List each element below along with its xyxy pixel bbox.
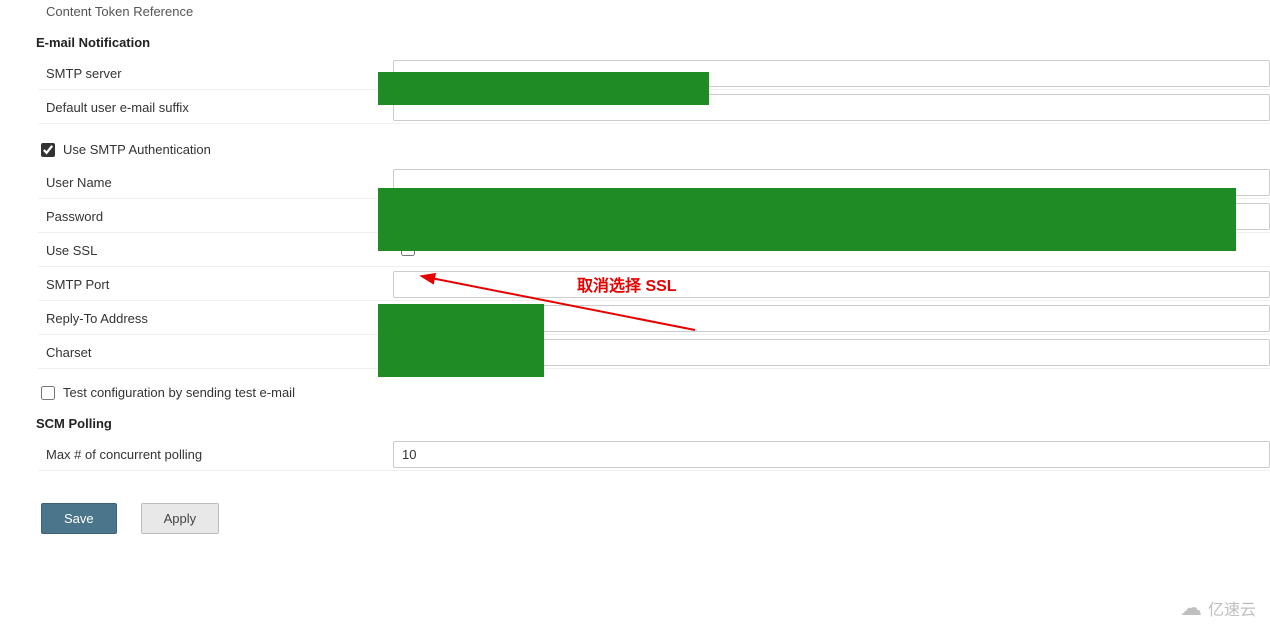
test-config-label: Test configuration by sending test e-mai… (63, 385, 295, 400)
charset-label: Charset (38, 345, 393, 360)
use-ssl-label: Use SSL (38, 243, 393, 258)
smtp-port-label: SMTP Port (38, 277, 393, 292)
row-charset: Charset (38, 335, 1270, 369)
password-label: Password (38, 209, 393, 224)
row-test-config: Test configuration by sending test e-mai… (38, 377, 1270, 408)
redaction-overlay (378, 72, 709, 105)
save-button[interactable]: Save (41, 503, 117, 534)
section-header-email: E-mail Notification (36, 27, 1270, 56)
cloud-icon: ☁ (1180, 597, 1202, 619)
redaction-overlay (378, 304, 544, 377)
default-suffix-label: Default user e-mail suffix (38, 100, 393, 115)
apply-button[interactable]: Apply (141, 503, 220, 534)
reply-to-label: Reply-To Address (38, 311, 393, 326)
watermark: ☁ 亿速云 (1180, 596, 1256, 620)
annotation-text: 取消选择 SSL (577, 272, 677, 296)
smtp-port-input[interactable] (393, 271, 1270, 298)
row-max-concurrent: Max # of concurrent polling (38, 437, 1270, 471)
use-smtp-auth-label: Use SMTP Authentication (63, 142, 211, 157)
max-concurrent-input[interactable] (393, 441, 1270, 468)
smtp-server-label: SMTP server (38, 66, 393, 81)
row-reply-to: Reply-To Address (38, 301, 1270, 335)
previous-item-label: Content Token Reference (38, 0, 1270, 27)
button-bar: Save Apply (38, 471, 1270, 534)
redaction-overlay (378, 188, 1236, 251)
use-smtp-auth-checkbox[interactable] (41, 143, 55, 157)
watermark-text: 亿速云 (1208, 596, 1256, 620)
user-name-label: User Name (38, 175, 393, 190)
section-header-scm: SCM Polling (36, 408, 1270, 437)
test-config-checkbox[interactable] (41, 386, 55, 400)
row-use-smtp-auth: Use SMTP Authentication (38, 134, 1270, 165)
max-concurrent-label: Max # of concurrent polling (38, 447, 393, 462)
